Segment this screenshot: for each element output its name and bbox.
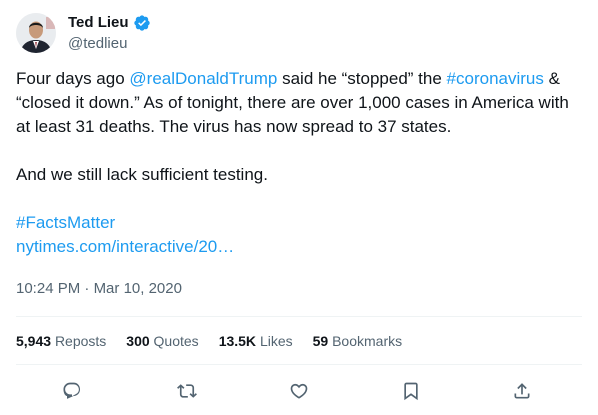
reposts-stat[interactable]: 5,943 Reposts [16,332,106,350]
divider [16,316,582,317]
action-bar [16,376,582,406]
tweet-paragraph-3: #FactsMatter [16,211,582,235]
repost-button[interactable] [172,376,202,406]
timestamp-time[interactable]: 10:24 PM [16,280,80,297]
external-link[interactable]: nytimes.com/interactive/20… [16,237,234,256]
reposts-count: 5,943 [16,333,52,349]
tweet-paragraph-4: nytimes.com/interactive/20… [16,235,582,259]
reposts-label: Reposts [54,333,107,349]
reply-icon [63,382,81,399]
tweet-text-segment: Four days ago [16,69,130,88]
share-icon [514,383,530,399]
likes-stat[interactable]: 13.5K Likes [219,332,293,350]
share-button[interactable] [507,376,537,406]
tweet-text-segment: said he “stopped” the [277,69,447,88]
repost-icon [177,384,197,398]
hashtag-link-coronavirus[interactable]: #coronavirus [447,69,544,88]
tweet-timestamp: 10:24 PM · Mar 10, 2020 [16,279,182,299]
hashtag-link-factsmatter[interactable]: #FactsMatter [16,213,115,232]
likes-label: Likes [259,333,293,349]
bookmark-icon [404,382,418,401]
avatar[interactable] [16,13,56,53]
bookmarks-label: Bookmarks [332,333,403,349]
tweet-paragraph-1: Four days ago @realDonaldTrump said he “… [16,67,582,139]
bookmarks-stat[interactable]: 59 Bookmarks [313,332,403,350]
author-handle[interactable]: @tedlieu [68,34,127,54]
reply-button[interactable] [57,376,87,406]
quotes-stat[interactable]: 300 Quotes [126,332,198,350]
verified-badge-icon[interactable] [133,14,151,32]
author-display-name[interactable]: Ted Lieu [68,13,129,33]
tweet: Ted Lieu @tedlieu Four days ago @realDon… [0,0,598,415]
bookmark-button[interactable] [396,376,426,406]
tweet-paragraph-2: And we still lack sufficient testing. [16,165,268,184]
divider [16,364,582,365]
quotes-count: 300 [126,333,150,349]
like-icon [290,383,308,399]
timestamp-date[interactable]: Mar 10, 2020 [94,280,182,297]
mention-link[interactable]: @realDonaldTrump [129,69,277,88]
bookmarks-count: 59 [312,333,329,349]
likes-count: 13.5K [218,333,257,349]
tweet-text: Four days ago @realDonaldTrump said he “… [16,67,582,259]
timestamp-separator: · [80,280,94,297]
author-name[interactable]: Ted Lieu [68,13,151,33]
quotes-label: Quotes [153,333,199,349]
like-button[interactable] [284,376,314,406]
tweet-stats: 5,943 Reposts 300 Quotes 13.5K Likes 59 … [16,332,402,350]
